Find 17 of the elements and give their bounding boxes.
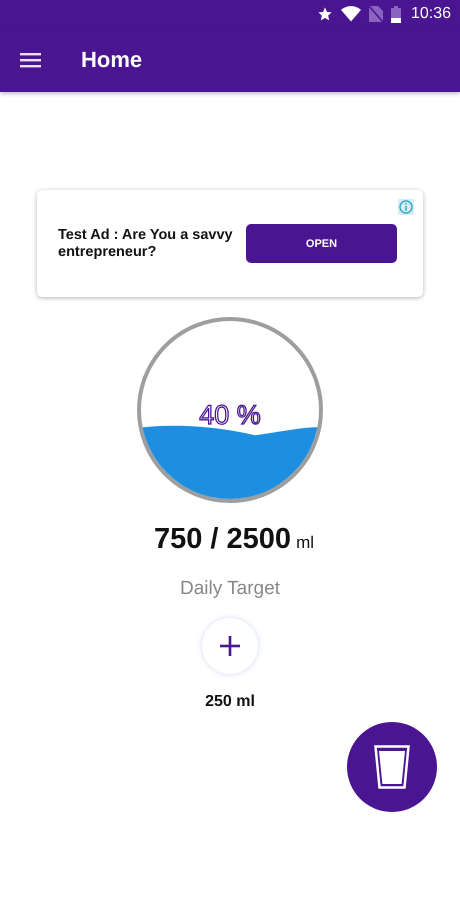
menu-button[interactable] [20, 52, 41, 68]
percent-label: 40 % [199, 400, 261, 430]
wifi-icon [340, 6, 361, 22]
status-time: 10:36 [410, 5, 451, 23]
add-button[interactable] [202, 618, 258, 674]
plus-icon [220, 636, 240, 656]
serving-amount: 250 ml [205, 693, 255, 711]
no-sim-icon [368, 6, 383, 22]
intake-amount: 750 / 2500 [154, 523, 292, 556]
ad-text: Test Ad : Are You a savvy entrepreneur? [58, 226, 234, 260]
battery-icon [390, 6, 401, 22]
screen-title: Home [81, 47, 142, 73]
open-button[interactable]: OPEN [246, 224, 397, 263]
unit-label: ml [296, 533, 314, 553]
glass-icon [374, 745, 410, 789]
daily-target-label: Daily Target [180, 578, 280, 600]
star-icon [316, 6, 333, 22]
